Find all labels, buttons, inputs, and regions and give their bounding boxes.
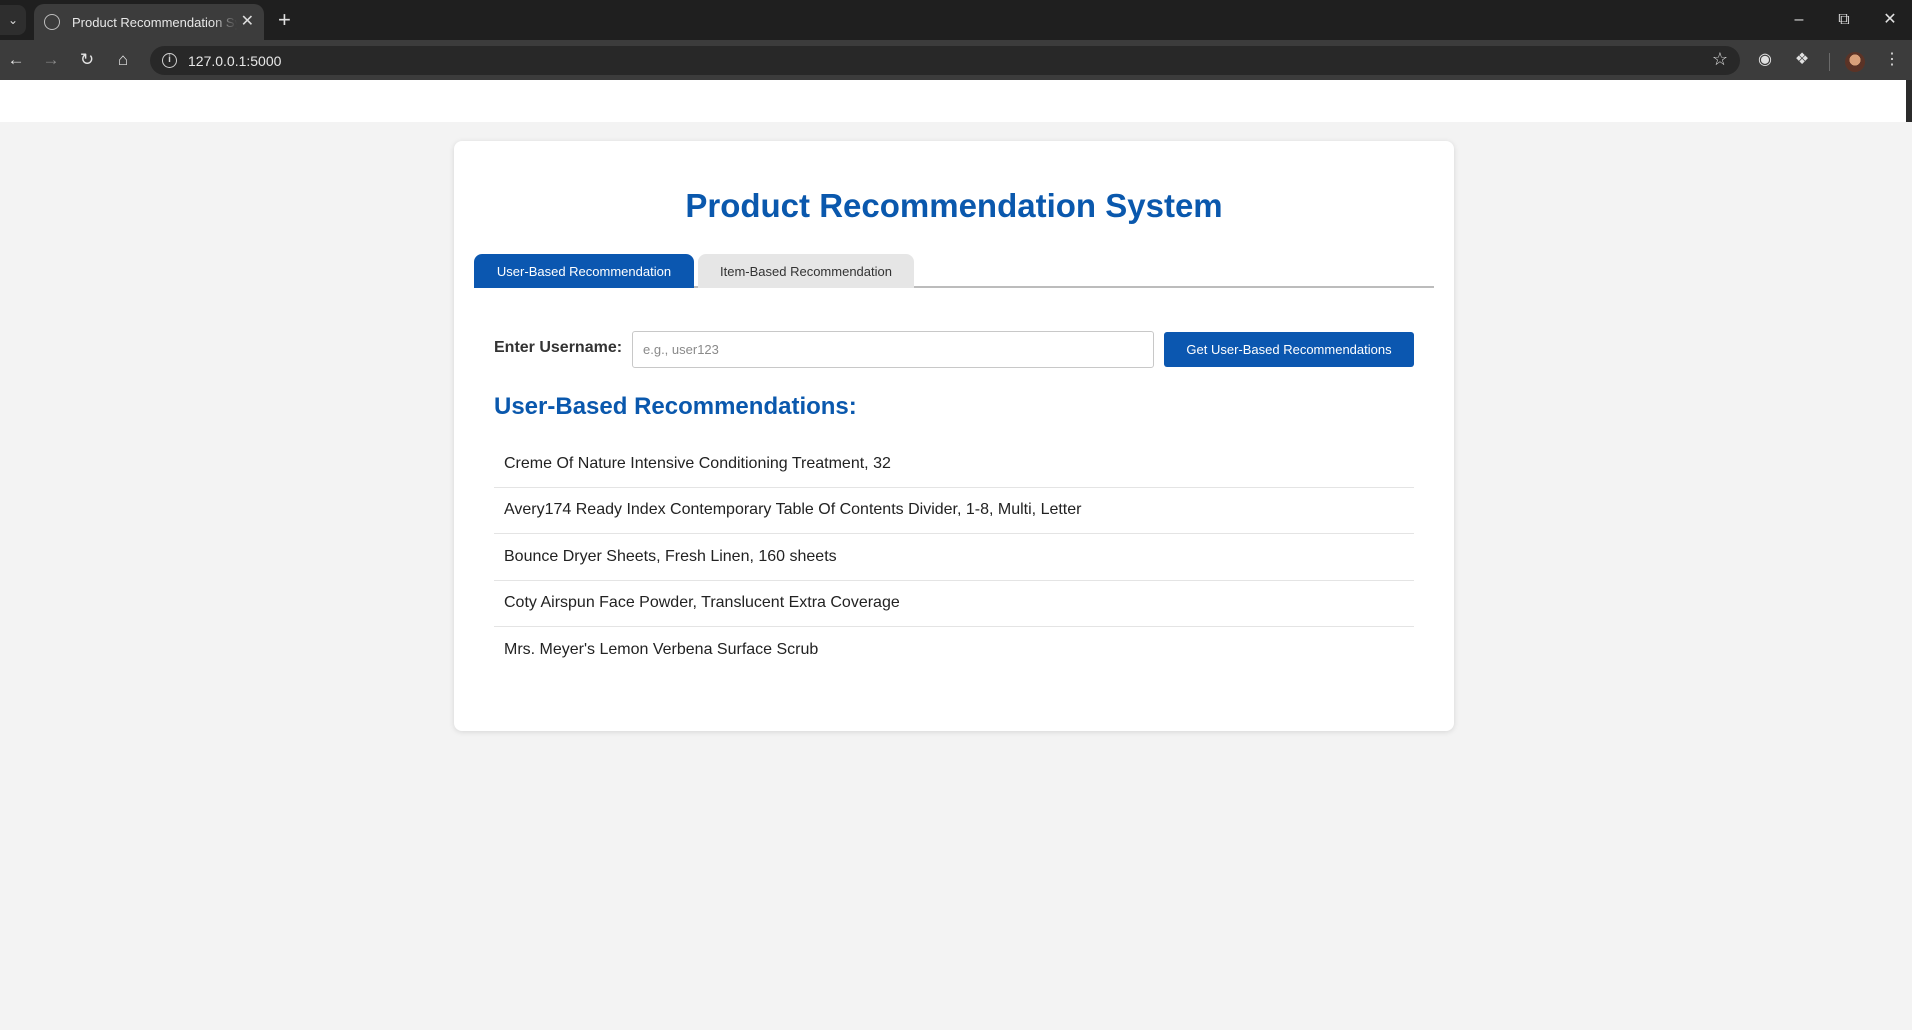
address-url[interactable]: 127.0.0.1:5000: [188, 53, 281, 69]
browser-toolbar: ← → ↻ ⌂ i 127.0.0.1:5000 ☆ ◉ ❖ ⋮: [0, 40, 1912, 80]
address-bar[interactable]: i 127.0.0.1:5000 ☆: [150, 46, 1740, 75]
results-heading: User-Based Recommendations:: [494, 393, 857, 420]
back-arrow-icon[interactable]: ←: [4, 48, 28, 72]
toolbar-divider: [1829, 53, 1830, 71]
close-tab-icon[interactable]: ✕: [241, 14, 254, 30]
list-item: Mrs. Meyer's Lemon Verbena Surface Scrub: [504, 641, 819, 659]
get-recommendations-button[interactable]: Get User-Based Recommendations: [1164, 332, 1414, 367]
browser-tabstrip: ⌄ Product Recommendation System ✕ + – ⧉ …: [0, 0, 1912, 40]
reload-icon[interactable]: ↻: [75, 48, 99, 72]
browser-tab-title: Product Recommendation System: [72, 14, 237, 30]
tab-item-based[interactable]: Item-Based Recommendation: [698, 254, 914, 288]
site-info-icon[interactable]: i: [162, 53, 177, 68]
page-title: Product Recommendation System: [685, 187, 1223, 224]
username-input[interactable]: [632, 331, 1154, 368]
bookmark-star-icon[interactable]: ☆: [1712, 49, 1728, 70]
restore-icon[interactable]: ⧉: [1830, 8, 1858, 32]
list-item: Bounce Dryer Sheets, Fresh Linen, 160 sh…: [494, 534, 1414, 581]
more-menu-icon[interactable]: ⋮: [1880, 48, 1904, 72]
globe-icon: [44, 14, 60, 30]
tab-user-based[interactable]: User-Based Recommendation: [474, 254, 694, 288]
camera-icon[interactable]: ◉: [1753, 48, 1777, 72]
home-icon[interactable]: ⌂: [111, 48, 135, 72]
profile-avatar[interactable]: [1845, 52, 1865, 72]
results-list: Creme Of Nature Intensive Conditioning T…: [494, 441, 1414, 674]
list-item: Coty Airspun Face Powder, Translucent Ex…: [494, 581, 1414, 627]
recommendation-tabs: User-Based Recommendation Item-Based Rec…: [474, 254, 1434, 288]
list-item: Creme Of Nature Intensive Conditioning T…: [494, 441, 1414, 488]
page-top-band: [0, 80, 1906, 122]
recommendation-card: Product Recommendation System User-Based…: [454, 141, 1454, 731]
username-label: Enter Username:: [494, 339, 623, 356]
scrollbar-thumb[interactable]: [1906, 80, 1912, 122]
browser-tab[interactable]: Product Recommendation System ✕: [34, 4, 264, 40]
new-tab-plus-icon[interactable]: +: [278, 8, 291, 32]
forward-arrow-icon[interactable]: →: [39, 48, 63, 72]
close-window-icon[interactable]: ✕: [1876, 8, 1904, 32]
list-item: Avery174 Ready Index Contemporary Table …: [494, 488, 1414, 534]
extensions-puzzle-icon[interactable]: ❖: [1790, 48, 1814, 72]
minimize-icon[interactable]: –: [1785, 8, 1813, 32]
tab-search-chevron-icon[interactable]: ⌄: [0, 5, 26, 35]
